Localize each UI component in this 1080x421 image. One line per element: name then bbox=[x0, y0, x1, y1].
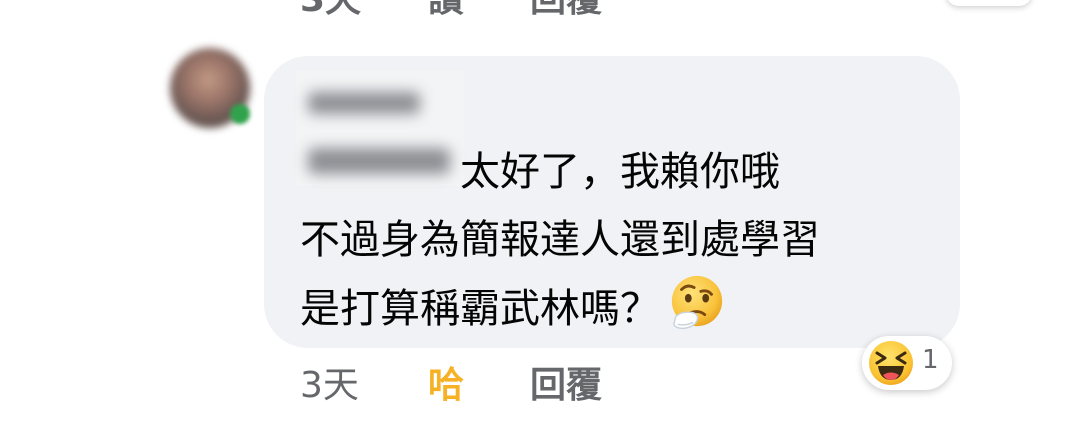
previous-comment-time: 3天 bbox=[300, 0, 361, 22]
previous-comment-react-button[interactable]: 讚 bbox=[428, 0, 464, 22]
reaction-count: 1 bbox=[922, 345, 939, 375]
redacted-name-bar bbox=[308, 92, 420, 114]
comment-line: 不過身為簡報達人還到處學習 bbox=[300, 217, 820, 263]
previous-comment-reply-button[interactable]: 回覆 bbox=[530, 0, 602, 22]
haha-icon bbox=[869, 341, 913, 385]
comment-timestamp[interactable]: 3天 bbox=[300, 356, 359, 408]
comment-line: 太好了，我賴你哦 bbox=[460, 149, 780, 195]
reaction-summary-badge[interactable]: 1 bbox=[862, 336, 952, 390]
thinking-face-icon bbox=[671, 275, 723, 330]
comment-text: 太好了，我賴你哦 不過身為簡報達人還到處學習 是打算稱霸武林嗎？ bbox=[300, 138, 820, 342]
comment-line: 是打算稱霸武林嗎？ bbox=[300, 274, 820, 342]
online-status-dot bbox=[230, 104, 250, 124]
reply-button[interactable]: 回覆 bbox=[530, 356, 602, 408]
previous-reaction-badge[interactable] bbox=[946, 0, 1032, 6]
haha-react-button[interactable]: 哈 bbox=[428, 356, 464, 408]
